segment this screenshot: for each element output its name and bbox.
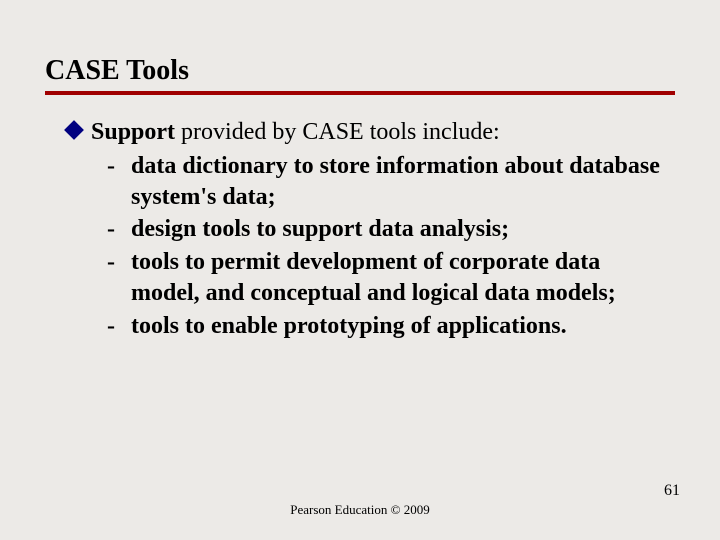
lead-bold: Support [91, 119, 175, 145]
slide-title: CASE Tools [45, 55, 675, 87]
slide-body: Support provided by CASE tools include: … [45, 117, 675, 341]
slide: CASE Tools Support provided by CASE tool… [0, 0, 720, 540]
dash-list: data dictionary to store information abo… [67, 151, 665, 341]
footer-text: Pearson Education © 2009 [0, 502, 720, 518]
lead-line: Support provided by CASE tools include: [67, 117, 665, 147]
slide-number: 61 [664, 482, 680, 500]
lead-rest: provided by CASE tools include: [175, 119, 500, 145]
list-item: data dictionary to store information abo… [111, 151, 665, 212]
list-item: tools to permit development of corporate… [111, 247, 665, 308]
title-rule [45, 91, 675, 95]
bullet-diamond-icon [64, 120, 84, 140]
list-item: tools to enable prototyping of applicati… [111, 311, 665, 342]
list-item: design tools to support data analysis; [111, 214, 665, 245]
